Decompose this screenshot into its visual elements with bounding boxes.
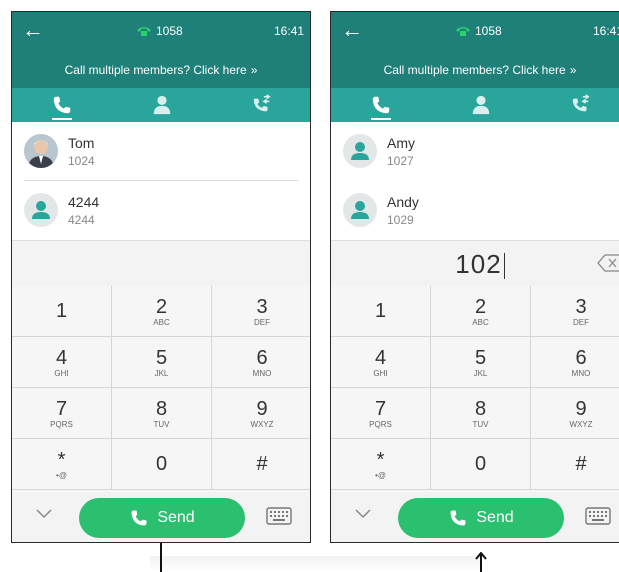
back-arrow-icon[interactable]: ← (341, 19, 363, 41)
chevron-down-icon[interactable] (353, 506, 373, 522)
key-4[interactable]: 4 GHI (331, 337, 431, 388)
contact-item[interactable]: Amy 1027 (331, 122, 619, 180)
person-avatar-icon (24, 193, 58, 227)
status-bar: ← 1058 16:41 (331, 12, 619, 52)
text-cursor (503, 253, 505, 280)
phone-icon (372, 96, 390, 114)
bottom-bar: Send (12, 492, 310, 542)
key-hash[interactable]: # (531, 439, 619, 490)
double-chevron-icon: » (569, 63, 577, 77)
dial-input[interactable] (12, 240, 310, 288)
contact-item[interactable]: Tom 1024 (12, 122, 310, 180)
phone-icon (131, 510, 147, 526)
connector-shadow (150, 556, 480, 572)
key-2[interactable]: 2 ABC (112, 286, 212, 337)
tab-call-history[interactable] (551, 88, 611, 122)
contact-number: 1024 (68, 154, 95, 168)
multi-call-banner[interactable]: Call multiple members? Click here» (12, 52, 310, 88)
contact-item[interactable]: Andy 1029 (331, 181, 619, 239)
banner-text: Call multiple members? Click here (383, 63, 566, 77)
status-extension: 1058 (455, 24, 502, 38)
double-chevron-icon: » (250, 63, 258, 77)
phone-handset-icon (137, 27, 151, 36)
backspace-icon[interactable] (597, 253, 619, 273)
keyboard-icon[interactable] (585, 506, 611, 526)
key-0[interactable]: 0 (112, 439, 212, 490)
key-6[interactable]: 6 MNO (531, 337, 619, 388)
key-7[interactable]: 7 PQRS (12, 388, 112, 439)
phone-arrows-icon (253, 94, 271, 112)
contact-photo-avatar (24, 134, 58, 168)
person-avatar-icon (343, 193, 377, 227)
contact-list: Amy 1027 Andy 1029 (331, 122, 619, 240)
status-extension: 1058 (136, 24, 183, 38)
contact-number: 4244 (68, 213, 95, 227)
keyboard-icon[interactable] (266, 506, 292, 526)
phone-screen-left: ← 1058 16:41 Call multiple members? Clic… (11, 11, 311, 543)
status-time: 16:41 (274, 24, 305, 38)
contact-name: Amy (387, 135, 415, 151)
contact-list: Tom 1024 4244 4244 (12, 122, 310, 240)
key-2[interactable]: 2 ABC (431, 286, 531, 337)
key-7[interactable]: 7 PQRS (331, 388, 431, 439)
key-1[interactable]: 1 (331, 286, 431, 337)
status-bar: ← 1058 16:41 (12, 12, 310, 52)
person-icon (472, 95, 490, 115)
key-5[interactable]: 5 JKL (431, 337, 531, 388)
person-icon (153, 95, 171, 115)
key-8[interactable]: 8 TUV (112, 388, 212, 439)
dial-keypad: 1 2 ABC 3 DEF 4 GHI 5 JKL 6 MNO 7 PQRS 8 TUV 9W… (331, 286, 619, 492)
phone-screen-right: ← 1058 16:41 Call multiple members? Clic… (330, 11, 619, 543)
key-star[interactable]: * •@ (331, 439, 431, 490)
key-star[interactable]: * •@ (12, 439, 112, 490)
tab-bar (331, 88, 619, 122)
dial-keypad: 1 2 ABC 3 DEF 4 GHI 5 JKL 6 MNO 7 PQRS 8 TUV 9W… (12, 286, 310, 492)
status-time: 16:41 (593, 24, 619, 38)
phone-icon (53, 96, 71, 114)
tab-call-history[interactable] (232, 88, 292, 122)
phone-icon (450, 510, 466, 526)
dial-input-text: 102 (331, 249, 619, 280)
contact-number: 1029 (387, 213, 414, 227)
chevron-down-icon[interactable] (34, 506, 54, 522)
key-hash[interactable]: # (212, 439, 310, 490)
dial-input[interactable]: 102 (331, 240, 619, 288)
back-arrow-icon[interactable]: ← (22, 19, 44, 41)
tab-bar (12, 88, 310, 122)
key-1[interactable]: 1 (12, 286, 112, 337)
key-3[interactable]: 3 DEF (531, 286, 619, 337)
tab-contacts[interactable] (451, 88, 511, 122)
phone-handset-icon (456, 27, 470, 36)
send-button[interactable]: Send (79, 498, 245, 538)
multi-call-banner[interactable]: Call multiple members? Click here» (331, 52, 619, 88)
key-4[interactable]: 4 GHI (12, 337, 112, 388)
bottom-bar: Send (331, 492, 619, 542)
key-5[interactable]: 5 JKL (112, 337, 212, 388)
key-9[interactable]: 9 WXYZ (212, 388, 310, 439)
send-button[interactable]: Send (398, 498, 564, 538)
tab-contacts[interactable] (132, 88, 192, 122)
key-8[interactable]: 8 TUV (431, 388, 531, 439)
person-avatar-icon (343, 134, 377, 168)
banner-text: Call multiple members? Click here (64, 63, 247, 77)
up-arrow-icon (475, 552, 487, 572)
contact-name: 4244 (68, 194, 100, 210)
contact-name: Tom (68, 135, 95, 151)
key-0[interactable]: 0 (431, 439, 531, 490)
tab-dial[interactable] (351, 88, 411, 122)
connector-line-left (160, 543, 162, 572)
tab-dial[interactable] (32, 88, 92, 122)
key-9[interactable]: 9 WXYZ (531, 388, 619, 439)
contact-name: Andy (387, 194, 419, 210)
key-6[interactable]: 6 MNO (212, 337, 310, 388)
phone-arrows-icon (572, 94, 590, 112)
key-3[interactable]: 3 DEF (212, 286, 310, 337)
contact-number: 1027 (387, 154, 414, 168)
contact-item[interactable]: 4244 4244 (12, 181, 310, 239)
